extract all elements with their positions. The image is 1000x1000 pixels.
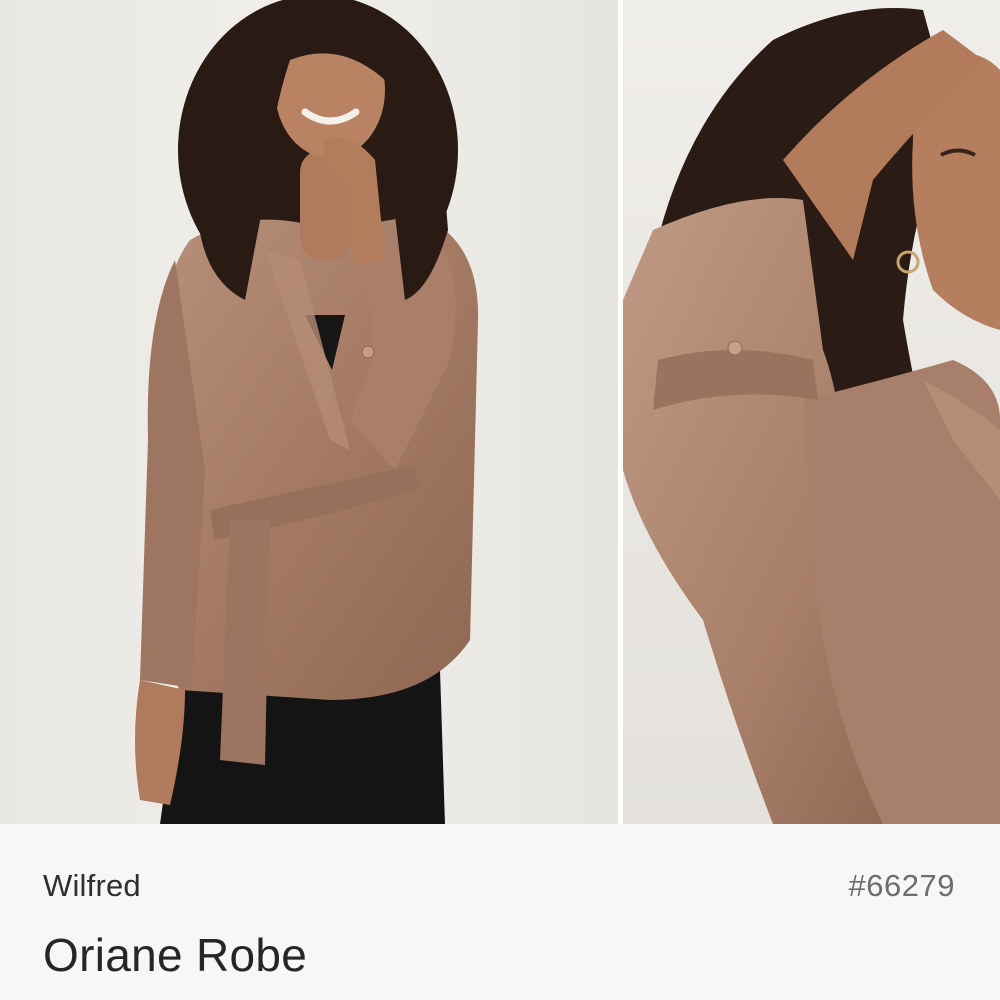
- product-photos: [0, 0, 1000, 824]
- product-name[interactable]: Oriane Robe: [43, 928, 307, 982]
- brand-name[interactable]: Wilfred: [43, 868, 141, 904]
- detail-photo[interactable]: [623, 0, 1000, 824]
- product-sku: #66279: [848, 868, 955, 903]
- product-info: Wilfred #66279 Oriane Robe: [0, 824, 1000, 1000]
- detail-photo-illustration: [623, 0, 1000, 824]
- main-photo-illustration: [0, 0, 618, 824]
- product-card[interactable]: Wilfred #66279 Oriane Robe: [0, 0, 1000, 1000]
- main-photo[interactable]: [0, 0, 618, 824]
